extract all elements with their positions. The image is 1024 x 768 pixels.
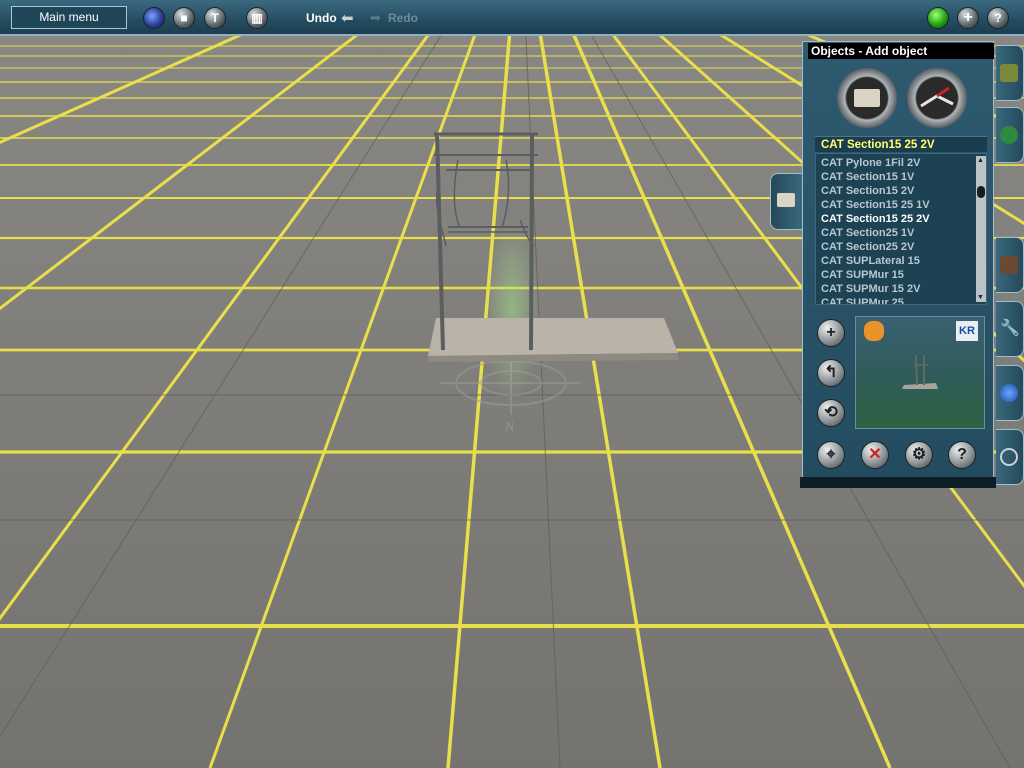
- filter-icon[interactable]: T: [204, 7, 226, 29]
- rotate-button[interactable]: ⟲: [817, 399, 845, 427]
- tab-layers[interactable]: [996, 429, 1024, 485]
- scroll-up-icon[interactable]: ▲: [977, 157, 984, 164]
- junction-icon: [920, 86, 954, 108]
- selected-object-name: CAT Section15 25 2V: [815, 136, 987, 152]
- object-list[interactable]: CAT Pylone 1Fil 2V CAT Section15 1V CAT …: [815, 153, 987, 305]
- wrench-icon: 🔧: [1000, 320, 1020, 337]
- undo-arrow-icon[interactable]: ⬅: [341, 9, 354, 27]
- pick-button[interactable]: ↰: [817, 359, 845, 387]
- object-settings-button[interactable]: ⚙: [905, 441, 933, 469]
- tool-button[interactable]: ⌖: [817, 441, 845, 469]
- object-base-slab: [428, 318, 678, 362]
- list-scrollbar[interactable]: ▲ ▼: [976, 156, 986, 302]
- object-preview: KR: [855, 316, 985, 429]
- top-toolbar: Main menu ■ T ▥ Undo ⬅ ➡ Redo + ?: [0, 0, 1024, 36]
- panel-footer: [800, 477, 996, 488]
- globe-icon[interactable]: [143, 7, 165, 29]
- list-item[interactable]: CAT Section25 2V: [821, 241, 914, 253]
- track-mode-button[interactable]: [907, 68, 967, 128]
- track-icon: [1000, 256, 1018, 274]
- list-item[interactable]: CAT Pylone 1Fil 2V: [821, 157, 920, 169]
- list-item[interactable]: CAT SUPMur 15: [821, 269, 904, 281]
- list-item[interactable]: CAT Section15 2V: [821, 185, 914, 197]
- list-item-selected[interactable]: CAT Section15 25 2V: [821, 213, 930, 225]
- stop-icon[interactable]: ■: [173, 7, 195, 29]
- plus-icon[interactable]: +: [957, 7, 979, 29]
- region-map-icon: [864, 321, 884, 341]
- main-menu-button[interactable]: Main menu: [11, 6, 127, 29]
- redo-arrow-icon[interactable]: ➡: [370, 10, 381, 26]
- list-item[interactable]: CAT Section15 1V: [821, 171, 914, 183]
- scroll-thumb[interactable]: [977, 186, 985, 198]
- panel-title: Objects - Add object: [808, 43, 994, 59]
- scroll-down-icon[interactable]: ▼: [977, 294, 984, 301]
- green-light-icon[interactable]: [927, 7, 949, 29]
- trash-icon[interactable]: ▥: [246, 7, 268, 29]
- redo-button[interactable]: Redo: [388, 11, 418, 25]
- undo-button[interactable]: Undo: [306, 11, 337, 25]
- house-icon: [777, 193, 795, 207]
- add-button[interactable]: +: [817, 319, 845, 347]
- tab-track[interactable]: [996, 237, 1024, 293]
- tab-terrain[interactable]: [996, 45, 1024, 101]
- compass-north-label: N: [505, 419, 515, 434]
- panel-collapse-tab[interactable]: [770, 173, 802, 230]
- list-item[interactable]: CAT Section25 1V: [821, 227, 914, 239]
- object-mode-button[interactable]: [837, 68, 897, 128]
- tab-paint[interactable]: [996, 107, 1024, 163]
- delete-button[interactable]: ✕: [861, 441, 889, 469]
- list-item[interactable]: CAT SUPLateral 15: [821, 255, 920, 267]
- panel-help-button[interactable]: ?: [948, 441, 976, 469]
- help-icon[interactable]: ?: [987, 7, 1009, 29]
- list-item[interactable]: CAT SUPMur 25: [821, 297, 904, 304]
- terrain-icon: [1000, 64, 1018, 82]
- building-icon: [854, 89, 880, 107]
- list-item[interactable]: CAT Section15 25 1V: [821, 199, 930, 211]
- tab-topology[interactable]: [996, 365, 1024, 421]
- objects-panel: Objects - Add object CAT Section15 25 2V…: [800, 39, 1024, 488]
- gear-icon: [1000, 448, 1018, 466]
- paint-icon: [1000, 126, 1018, 144]
- world-icon: [1000, 384, 1018, 402]
- preview-model-icon: [902, 354, 938, 389]
- list-item[interactable]: CAT SUPMur 15 2V: [821, 283, 920, 295]
- tab-tools[interactable]: 🔧: [996, 301, 1024, 357]
- author-badge: KR: [956, 321, 978, 341]
